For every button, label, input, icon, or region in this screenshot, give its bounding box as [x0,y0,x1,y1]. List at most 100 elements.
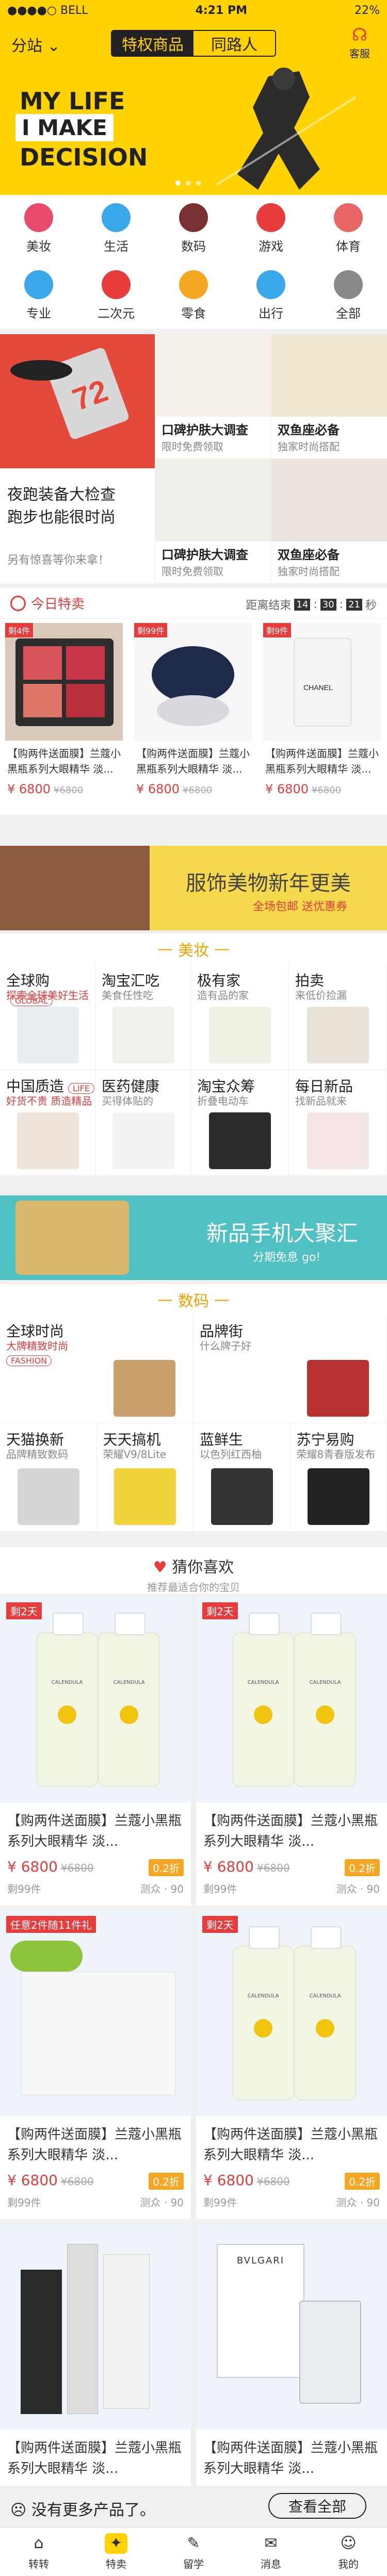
promo-section: 72 夜跑装备大检查 跑步也能很时尚 另有惊喜等你来拿！ 口碑护肤大调查 限时免费… [0,334,387,584]
goods-review: 测众 · 90 [140,1883,184,1895]
banner-line-2: I MAKE [15,114,114,141]
fashion-ad-banner[interactable]: 服饰美物新年更美 全场包邮 送优惠券 [0,846,387,930]
category-6[interactable]: 二次元 [77,262,155,329]
discount-badge: 0.2折 [345,1859,380,1876]
product-thumb [307,1007,369,1063]
branch-selector[interactable]: 分站 ⌄ [11,33,60,56]
tab-home[interactable]: ⌂ 转转 [0,2528,77,2576]
phone-ad-banner[interactable]: 新品手机大聚汇 分期免息 go! [0,1195,387,1280]
no-more-bar: ☹ 没有更多产品了。 查看全部 [0,2486,387,2527]
goods-name: 【购两件送面膜】兰蔻小黑瓶系列大眼精华 淡... [7,2440,182,2476]
product-thumb [307,1360,369,1417]
category-5[interactable]: 专业 [0,262,77,329]
goods-image: CALENDULA CALENDULA [196,1910,387,2116]
segment-control: 特权商品 同路人 [111,30,276,57]
lipstick-icon [24,203,53,232]
digital-cell[interactable]: 天天搞机 荣耀V9/8Lite [96,1423,194,1532]
digital-cell[interactable]: 苏宁易购 荣耀8青春版发布 [290,1423,387,1532]
discount-badge: 0.2折 [345,2173,380,2190]
status-time: 4:21 PM [195,4,247,17]
goods-stock: 剩99件 [7,1883,41,1895]
fashion-ad-sub: 全场包邮 送优惠券 [253,900,347,913]
beauty-cell[interactable]: 中国质造 LIFE 好货不贵 质造精品 [0,1070,95,1176]
product-thumb [211,1468,273,1525]
runner-figure [216,68,357,190]
top-header: 分站 ⌄ 特权商品 同路人 ☊ 客服 [0,21,387,66]
tab-study[interactable]: ✎ 留学 [155,2528,232,2576]
goods-name: 【购两件送面膜】兰蔻小黑瓶系列大眼精华 淡... [7,2127,182,2163]
promo-subtitle: 另有惊喜等你来拿！ [7,554,110,567]
goods-orig-price: ¥6800 [256,1862,290,1874]
goods-tag: 任意2件随11件礼 [6,1916,96,1933]
tab-privilege-goods[interactable]: 特权商品 [112,31,194,56]
goods-card[interactable]: CALENDULA CALENDULA 剩2天【购两件送面膜】兰蔻小黑瓶系列大眼精华… [196,1910,387,2219]
anime-icon [102,270,131,299]
service-button[interactable]: ☊ 客服 [342,25,378,60]
goods-tag: 剩2天 [202,1602,238,1619]
goods-orig-price: ¥6800 [60,2175,94,2188]
promo-title-2: 跑步也能很时尚 [7,508,116,527]
phone-image [15,1201,129,1275]
category-2[interactable]: 数码 [155,195,232,262]
goods-name: 【购两件送面膜】兰蔻小黑瓶系列大眼精华 淡... [203,1813,378,1849]
banner-line-3: DECISION [20,143,148,171]
bottom-tab-bar: ⌂ 转转 ✦ 特卖 ✎ 留学 ✉ 消息 ☺ 我的 [0,2527,387,2576]
promo-pisces-2[interactable]: 双鱼座必备 独家时尚搭配 [271,459,387,584]
goods-stock: 剩99件 [203,2196,237,2209]
flash-title: 今日特卖 [31,597,85,612]
goods-tag: 剩2天 [202,1916,238,1933]
product-thumb [17,1112,79,1169]
beauty-cell[interactable]: 医药健康 买得体贴的 [95,1070,191,1176]
beauty-cell[interactable]: 淘宝汇吃 美食任性吃 [95,964,191,1070]
product-thumb [112,1112,174,1169]
digital-cell[interactable]: 天猫换新 品牌精致数码 [0,1423,97,1532]
beauty-cell[interactable]: 极有家 造有品的家 [191,964,289,1070]
flash-item[interactable]: CHANEL 剩9件 【购两件送面膜】兰蔻小黑瓶系列大眼精华 淡... ¥ 68… [258,623,386,810]
flash-item[interactable]: 剩4件 【购两件送面膜】兰蔻小黑瓶系列大眼精华 淡... ¥ 6800 ¥6800 [0,623,128,810]
promo-skincare-survey[interactable]: 口碑护肤大调查 限时免费领取 [155,334,271,459]
digital-cell[interactable]: 品牌街 什么牌子好 [194,1315,387,1423]
category-3[interactable]: 游戏 [232,195,310,262]
goods-tag: 剩2天 [6,1602,42,1619]
sweater-image [0,846,150,930]
promo-night-run[interactable]: 72 夜跑装备大检查 跑步也能很时尚 另有惊喜等你来拿！ [0,334,155,584]
profile-icon: ☺ [340,2534,357,2552]
flash-item[interactable]: 剩99件 【购两件送面膜】兰蔻小黑瓶系列大眼精华 淡... ¥ 6800 ¥680… [129,623,257,810]
view-all-button[interactable]: 查看全部 [268,2493,366,2519]
discount-badge: 0.2折 [149,2173,184,2190]
beauty-cell[interactable]: 拍卖 来低价捡漏 [289,964,387,1070]
promo-skincare-survey-2[interactable]: 口碑护肤大调查 限时免费领取 [155,459,271,584]
promo-pisces[interactable]: 双鱼座必备 独家时尚搭配 [271,334,387,459]
category-4[interactable]: 体育 [310,195,387,262]
product-thumb [17,1468,79,1525]
category-9[interactable]: 全部 [310,262,387,329]
tab-profile[interactable]: ☺ 我的 [310,2528,387,2576]
goods-name: 【购两件送面膜】兰蔻小黑瓶系列大眼精华 淡... [203,2127,378,2163]
tab-sale[interactable]: ✦ 特卖 [77,2528,155,2576]
tab-companions[interactable]: 同路人 [194,31,275,56]
goods-card[interactable]: CALENDULA CALENDULA 剩2天 【购两件送面膜】兰蔻小黑瓶系列大眼精华… [196,1596,387,1906]
goods-price: ¥ 6800 [203,1858,254,1875]
beauty-cell[interactable]: 每日新品 找新品就来 [289,1070,387,1176]
category-0[interactable]: 美妆 [0,195,77,262]
goods-name: 【购两件送面膜】兰蔻小黑瓶系列大眼精华 淡... [203,2440,378,2476]
goods-price: ¥ 6800 [7,1858,58,1875]
category-7[interactable]: 零食 [155,262,232,329]
goods-card[interactable]: 任意2件随11件礼 【购两件送面膜】兰蔻小黑瓶系列大眼精华 淡... ¥ 6800 ¥… [0,1910,191,2219]
message-icon: ✉ [264,2534,278,2552]
beauty-cell[interactable]: 全球购GLOBAL 探索全球美好生活 [0,964,95,1070]
category-1[interactable]: 生活 [77,195,155,262]
countdown: 距离结束 14:30:21 秒 [246,598,377,613]
category-8[interactable]: 出行 [232,262,310,329]
beauty-cell[interactable]: 淘宝众筹 折叠电动车 [191,1070,289,1176]
carousel-dots [175,181,201,186]
goods-stock: 剩99件 [7,2196,41,2209]
digital-cell[interactable]: 蓝鲜生 以色列红西柚 [194,1423,291,1532]
hero-banner[interactable]: MY LIFE I MAKE DECISION [0,66,387,195]
battery: 22% [354,4,380,17]
goods-review: 测众 · 90 [140,2196,184,2209]
phone-ad-title: 新品手机大聚汇 [206,1221,359,1246]
goods-card[interactable]: CALENDULA CALENDULA 剩2天 【购两件送面膜】兰蔻小黑瓶系列大眼精华… [0,1596,191,1906]
digital-cell[interactable]: 全球时尚 大牌精致时尚 FASHION [0,1315,194,1423]
tab-message[interactable]: ✉ 消息 [232,2528,310,2576]
